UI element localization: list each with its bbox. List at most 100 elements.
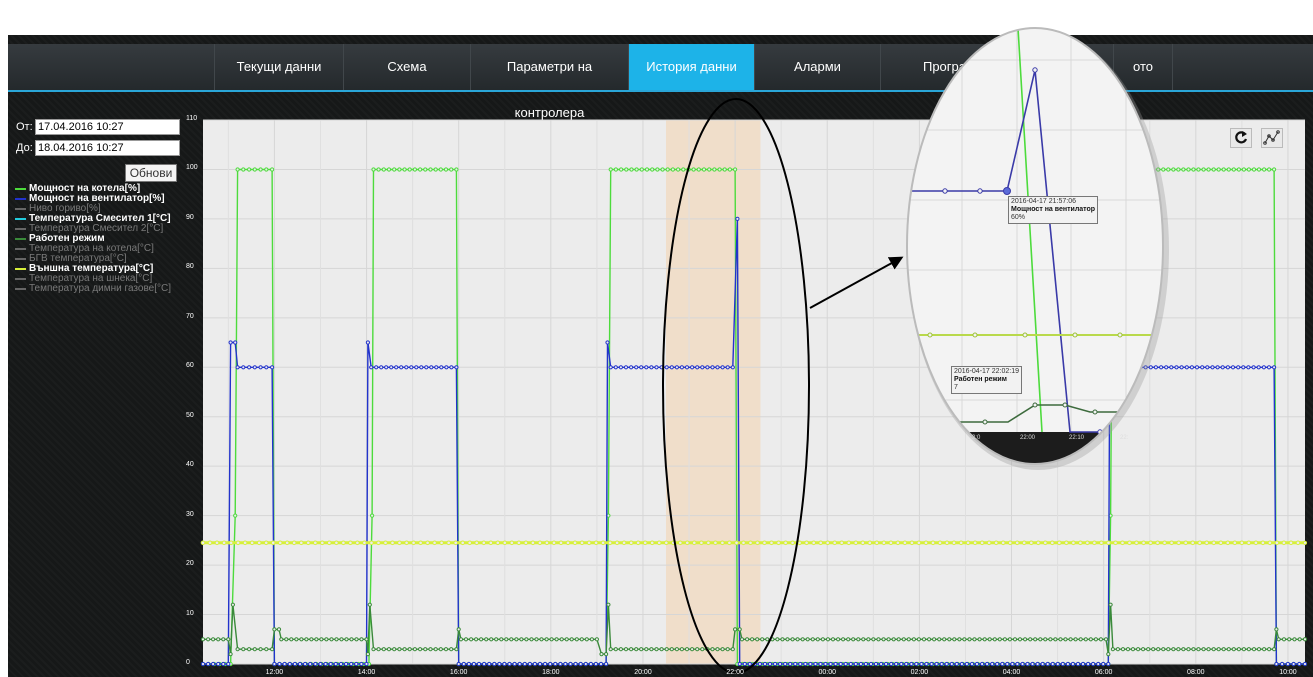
data-point (277, 661, 282, 667)
data-point (381, 647, 386, 652)
data-point (258, 647, 263, 652)
data-point (476, 661, 482, 667)
data-point (314, 637, 319, 642)
data-point (214, 540, 220, 546)
data-point (1141, 647, 1146, 652)
data-point (539, 637, 544, 642)
data-point (211, 637, 216, 642)
data-point (965, 540, 971, 546)
data-point (618, 365, 624, 370)
data-point (982, 637, 987, 642)
data-point (206, 661, 211, 667)
data-point (264, 647, 269, 652)
data-point (384, 365, 389, 370)
data-point (303, 661, 308, 667)
data-point (1162, 540, 1167, 546)
data-point (1205, 365, 1210, 370)
app-root: Текущи данни Схема Параметри на контроле… (0, 0, 1313, 677)
data-point (639, 365, 644, 370)
data-point (1171, 647, 1176, 652)
data-point (241, 647, 246, 652)
data-point (481, 540, 487, 546)
data-point (828, 661, 833, 667)
data-point (1181, 647, 1186, 652)
data-point (706, 540, 711, 546)
data-point (456, 661, 461, 667)
data-point (304, 637, 309, 642)
data-point (516, 540, 522, 546)
data-point (623, 647, 629, 652)
data-point (1064, 540, 1069, 546)
data-point (1251, 647, 1257, 652)
data-point (613, 647, 618, 652)
data-point (715, 647, 720, 652)
data-point (979, 540, 985, 546)
data-point (362, 540, 367, 546)
line-chart-icon[interactable] (1261, 128, 1283, 148)
data-point (489, 637, 494, 642)
data-point (909, 661, 914, 667)
data-point (1070, 661, 1076, 667)
data-point (1014, 540, 1020, 546)
data-point (1197, 540, 1202, 546)
data-point (399, 365, 404, 370)
data-point (1295, 540, 1301, 546)
data-point (291, 540, 297, 546)
data-point (818, 661, 823, 667)
zoom-point (1117, 332, 1123, 338)
data-point (804, 540, 809, 546)
data-point (1130, 647, 1136, 652)
data-point (1211, 647, 1216, 652)
data-point (282, 661, 287, 667)
data-point (1093, 637, 1099, 642)
data-point (773, 661, 778, 667)
y-tick-label: 10 (186, 609, 194, 617)
data-point (568, 661, 573, 667)
data-point (937, 637, 942, 642)
refresh-icon[interactable] (1230, 128, 1252, 148)
data-point (649, 647, 654, 652)
data-point (583, 661, 588, 667)
data-point (699, 540, 704, 546)
data-point (371, 167, 376, 172)
data-point (634, 365, 639, 370)
data-point (461, 661, 466, 667)
data-point (460, 540, 466, 546)
data-point (608, 647, 613, 652)
data-point (334, 637, 339, 642)
data-point (258, 365, 263, 370)
data-point (1007, 540, 1013, 546)
data-point (338, 661, 344, 667)
history-chart[interactable] (0, 0, 1313, 677)
data-point (717, 167, 722, 172)
data-point (1256, 365, 1261, 370)
tooltip-series: Мощност на вентилатор (1011, 206, 1096, 213)
data-point (1025, 661, 1030, 667)
data-point (499, 637, 504, 642)
data-point (674, 647, 680, 652)
data-point (1204, 540, 1209, 546)
data-point (297, 661, 303, 667)
x-tick-label: 04:00 (1002, 669, 1021, 676)
data-point (1267, 540, 1273, 546)
data-point (348, 540, 353, 546)
data-point (737, 627, 742, 632)
data-point (272, 627, 277, 632)
data-point (1274, 661, 1279, 667)
data-point (707, 167, 712, 172)
zoom-point (942, 188, 948, 194)
data-point (1251, 167, 1257, 172)
data-point (241, 365, 246, 370)
data-point (339, 637, 344, 642)
data-point (1010, 661, 1015, 667)
data-point (469, 637, 474, 642)
data-point (1190, 540, 1195, 546)
tooltip-series: Работен режим (954, 376, 1007, 383)
data-point (221, 661, 226, 667)
data-point (216, 661, 221, 667)
data-point (497, 661, 502, 667)
data-point (344, 637, 349, 642)
data-point (1216, 647, 1221, 652)
data-point (249, 540, 255, 546)
data-point (216, 637, 221, 642)
